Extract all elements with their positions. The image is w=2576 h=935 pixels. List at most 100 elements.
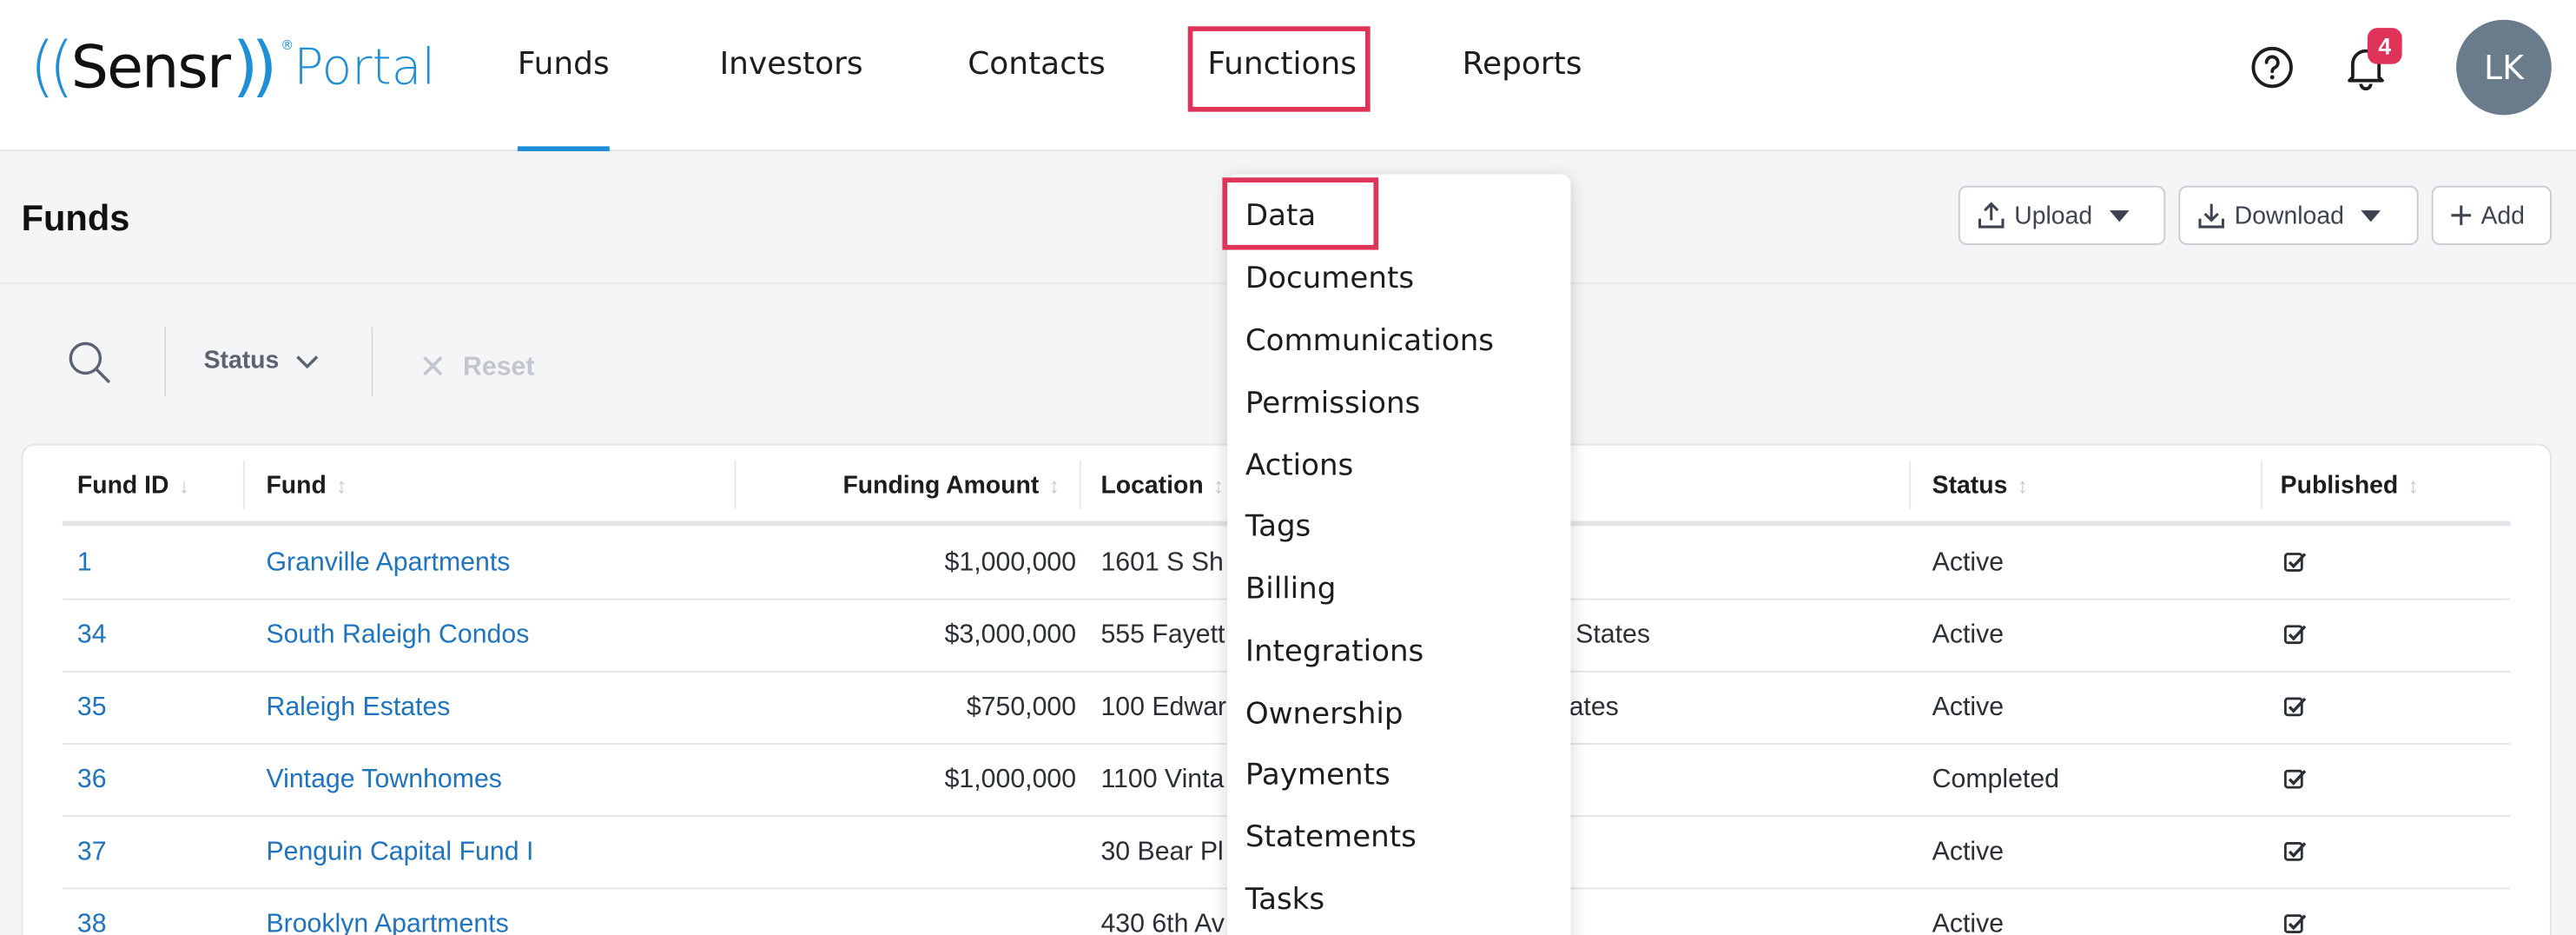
fund-name-link[interactable]: Granville Apartments [266, 549, 510, 579]
menu-item-permissions[interactable]: Permissions [1245, 387, 1420, 421]
logo-registered-mark: ® [281, 36, 294, 52]
column-header-label: Funding Amount [842, 471, 1040, 501]
fund-name-link[interactable]: Penguin Capital Fund I [266, 839, 533, 868]
download-caret-icon [2360, 209, 2381, 222]
upload-button[interactable]: Upload [1958, 185, 2166, 245]
status-cell: Active [1932, 838, 2005, 866]
fund-id-link[interactable]: 1 [77, 549, 92, 579]
user-avatar[interactable]: LK [2456, 19, 2552, 116]
column-separator [1909, 460, 1912, 510]
menu-item-tags[interactable]: Tags [1245, 509, 1311, 544]
logo-brand-text: Sensr [70, 33, 231, 102]
top-navigation-bar: (( Sensr )) ® Portal Funds Investors Con… [0, 0, 2576, 152]
location-tail-cell: ates [1569, 693, 1619, 722]
status-filter-dropdown[interactable]: Status [204, 347, 319, 375]
column-header-fund-id[interactable]: Fund ID ↓ [77, 472, 189, 500]
status-cell: Active [1932, 548, 2005, 577]
reset-filters-button[interactable]: ✕ Reset [419, 347, 534, 388]
fund-name-link[interactable]: Brooklyn Apartments [266, 911, 508, 935]
help-icon[interactable] [2249, 44, 2295, 90]
download-label: Download [2234, 201, 2344, 229]
location-cell: 555 Fayett [1100, 621, 1225, 650]
page-title: Funds [21, 197, 130, 239]
data-item-highlight-box [1222, 177, 1379, 250]
funding-amount-cell: $1,000,000 [944, 766, 1077, 794]
column-header-label: Status [1932, 471, 2008, 501]
sort-icon: ↕ [336, 473, 347, 499]
fund-name-link[interactable]: South Raleigh Condos [266, 621, 529, 651]
menu-item-tasks[interactable]: Tasks [1245, 883, 1324, 918]
fund-id-link[interactable]: 36 [77, 766, 107, 796]
logo-portal-text: Portal [294, 38, 436, 96]
upload-icon [1978, 202, 2005, 229]
published-checkbox-icon [2283, 914, 2307, 934]
fund-id-link[interactable]: 38 [77, 911, 107, 935]
nav-investors[interactable]: Investors [720, 46, 863, 83]
sort-icon: ↕ [1048, 473, 1060, 499]
column-header-status[interactable]: Status ↕ [1932, 472, 2028, 500]
sort-icon: ↕ [2017, 473, 2029, 499]
download-icon [2198, 203, 2224, 229]
close-icon: ✕ [419, 349, 447, 387]
fund-id-link[interactable]: 35 [77, 693, 107, 723]
nav-funds[interactable]: Funds [517, 46, 610, 152]
reset-label: Reset [463, 352, 535, 381]
published-checkbox-icon [2283, 625, 2307, 645]
functions-dropdown-menu: Data Documents Communications Permission… [1227, 174, 1571, 935]
upload-label: Upload [2014, 201, 2093, 229]
column-header-funding-amount[interactable]: Funding Amount ↕ [842, 472, 1060, 500]
location-tail-cell: States [1575, 621, 1650, 650]
column-header-published[interactable]: Published ↕ [2281, 472, 2419, 500]
column-header-label: Published [2280, 471, 2399, 501]
status-cell: Completed [1932, 766, 2060, 794]
location-cell: 1100 Vinta [1100, 766, 1225, 794]
column-separator [734, 460, 736, 510]
funding-amount-cell: $750,000 [966, 693, 1077, 722]
menu-item-actions[interactable]: Actions [1245, 448, 1353, 483]
column-header-fund[interactable]: Fund ↕ [266, 472, 347, 500]
fund-id-link[interactable]: 34 [77, 621, 107, 651]
nav-reports[interactable]: Reports [1463, 46, 1582, 83]
column-separator [2260, 460, 2262, 510]
sort-icon: ↓ [178, 473, 190, 499]
sort-icon: ↕ [2408, 473, 2419, 499]
chevron-down-icon [295, 355, 319, 368]
status-cell: Active [1932, 621, 2005, 650]
menu-item-payments[interactable]: Payments [1245, 758, 1390, 792]
location-cell: 430 6th Av [1100, 911, 1225, 935]
download-button[interactable]: Download [2178, 185, 2419, 245]
logo-right-mark: )) [232, 30, 278, 106]
menu-item-documents[interactable]: Documents [1245, 262, 1414, 296]
menu-item-communications[interactable]: Communications [1245, 324, 1494, 359]
filter-divider [371, 327, 373, 396]
published-checkbox-icon [2283, 697, 2307, 717]
nav-contacts[interactable]: Contacts [968, 46, 1106, 83]
fund-name-link[interactable]: Raleigh Estates [266, 693, 450, 723]
functions-highlight-box [1187, 26, 1371, 112]
status-cell: Active [1932, 693, 2005, 722]
column-header-label: Fund [266, 471, 327, 501]
published-checkbox-icon [2283, 842, 2307, 861]
menu-item-ownership[interactable]: Ownership [1245, 697, 1404, 732]
logo-left-mark: (( [30, 30, 75, 106]
add-button[interactable]: Add [2431, 185, 2552, 245]
notification-count-badge: 4 [2367, 28, 2402, 64]
menu-item-billing[interactable]: Billing [1245, 572, 1336, 607]
column-header-location[interactable]: Location ↕ [1100, 472, 1224, 500]
filter-divider [164, 327, 167, 396]
location-cell: 30 Bear Pl [1100, 838, 1224, 866]
published-checkbox-icon [2283, 769, 2307, 789]
status-filter-label: Status [203, 347, 280, 375]
location-cell: 100 Edwar [1100, 693, 1227, 722]
menu-item-integrations[interactable]: Integrations [1245, 634, 1423, 669]
location-cell: 1601 S Sh [1100, 548, 1224, 577]
published-checkbox-icon [2283, 553, 2307, 572]
funding-amount-cell: $3,000,000 [944, 621, 1077, 650]
column-header-label: Location [1100, 471, 1204, 501]
fund-name-link[interactable]: Vintage Townhomes [266, 766, 501, 796]
fund-id-link[interactable]: 37 [77, 839, 107, 868]
menu-item-statements[interactable]: Statements [1245, 820, 1417, 855]
column-header-label: Fund ID [76, 471, 169, 501]
sensr-portal-logo[interactable]: (( Sensr )) ® Portal [30, 30, 435, 105]
search-icon[interactable] [66, 339, 112, 385]
